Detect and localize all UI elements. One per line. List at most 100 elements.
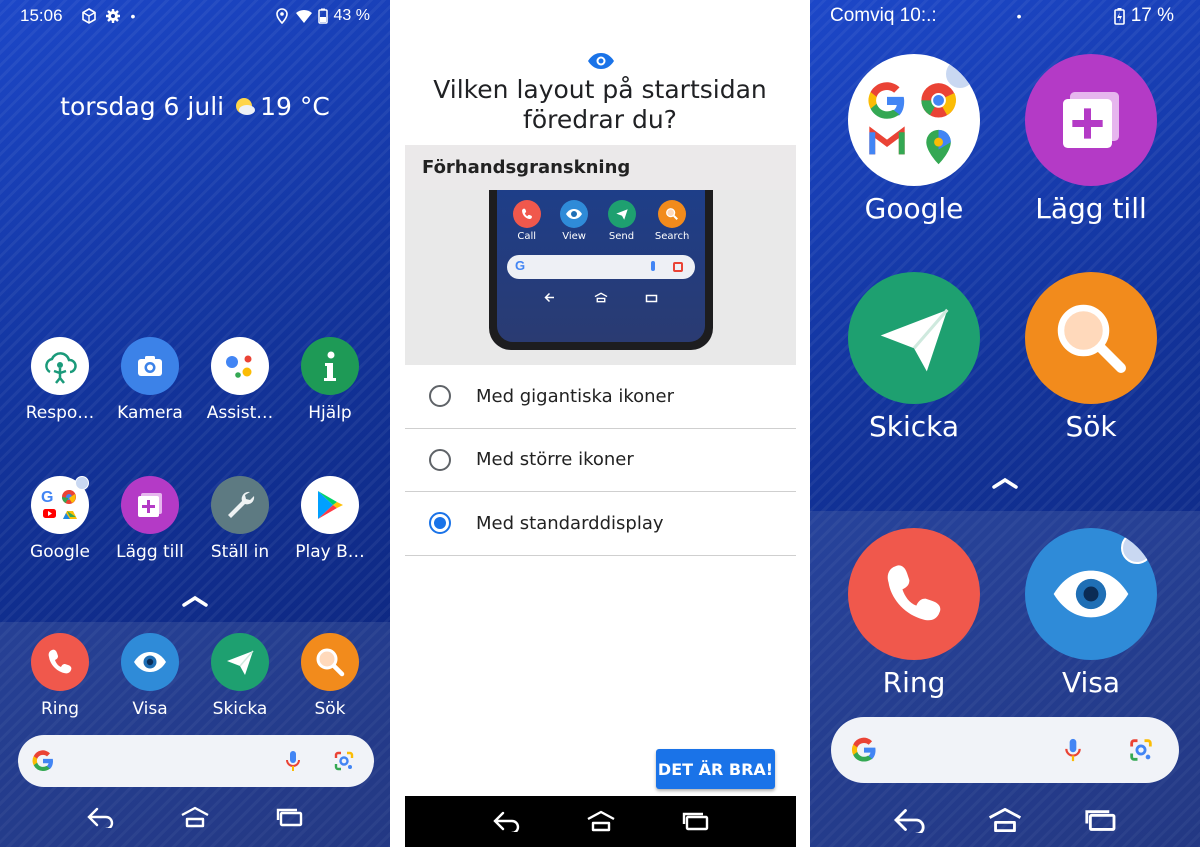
preview-app-call: Call xyxy=(512,200,541,242)
app-add[interactable]: Lägg till xyxy=(105,476,195,562)
preview-image: Call View Send Search G xyxy=(405,190,796,365)
big-app-row-1: Google Lägg till xyxy=(848,54,1168,225)
home-icon[interactable] xyxy=(180,806,210,828)
mini-phone-icon xyxy=(512,200,541,228)
app-respond[interactable]: Respo… xyxy=(15,337,105,423)
page-title: Vilken layout på startsidan föredrar du? xyxy=(433,75,767,134)
location-icon xyxy=(274,8,290,24)
option-standard-display[interactable]: Med standarddisplay xyxy=(405,492,796,556)
confirm-button[interactable]: DET ÄR BRA! xyxy=(656,749,775,789)
battery-charging-icon xyxy=(1113,7,1125,25)
back-icon[interactable] xyxy=(86,806,114,828)
status-carrier: Comviq 10:.: xyxy=(830,5,937,26)
layout-preview: Förhandsgranskning Call View Send Search… xyxy=(405,145,796,365)
option-larger-icons[interactable]: Med större ikoner xyxy=(405,429,796,492)
eye-icon xyxy=(588,53,614,69)
app-add[interactable]: Lägg till xyxy=(1025,54,1157,225)
microphone-icon[interactable] xyxy=(1063,736,1083,764)
home-screen-standard: 15:06 • 43 % torsdag 6 juli 19 °C Respo…… xyxy=(0,0,390,847)
navigation-bar xyxy=(405,796,796,847)
home-icon[interactable] xyxy=(986,807,1024,833)
send-icon xyxy=(211,633,269,691)
navigation-bar xyxy=(810,807,1200,833)
google-lens-icon[interactable] xyxy=(1127,736,1155,764)
radio-button[interactable] xyxy=(429,385,451,408)
play-store-icon xyxy=(301,476,359,534)
mini-search-icon xyxy=(658,200,687,228)
app-camera[interactable]: Kamera xyxy=(105,337,195,423)
recents-icon[interactable] xyxy=(276,806,304,828)
help-icon xyxy=(301,337,359,395)
google-lens-icon[interactable] xyxy=(332,749,356,773)
respond-icon xyxy=(31,337,89,395)
app-call[interactable]: Ring xyxy=(848,528,980,699)
app-grid-row-1: Respo… Kamera Assist… Hjälp xyxy=(15,337,375,423)
app-google-folder[interactable]: G Google xyxy=(15,476,105,562)
google-search-bar[interactable] xyxy=(18,735,374,787)
mini-lens-icon xyxy=(673,262,683,272)
google-folder-icon xyxy=(848,54,980,186)
preview-app-row: Call View Send Search xyxy=(503,200,699,242)
search-icon xyxy=(301,633,359,691)
search-icon xyxy=(1025,272,1157,404)
notification-dot-icon: • xyxy=(1016,8,1022,24)
notification-badge xyxy=(944,58,976,90)
radio-button-selected[interactable] xyxy=(429,512,451,535)
phone-icon xyxy=(31,633,89,691)
microphone-icon[interactable] xyxy=(284,749,302,773)
mini-back-icon xyxy=(544,292,554,303)
add-icon xyxy=(121,476,179,534)
app-drawer-chevron-up-icon[interactable] xyxy=(181,594,209,608)
app-search[interactable]: Sök xyxy=(1025,272,1157,443)
big-app-row-2: Skicka Sök xyxy=(848,272,1168,443)
preview-nav-bar xyxy=(497,292,705,303)
send-icon xyxy=(848,272,980,404)
app-view[interactable]: Visa xyxy=(1025,528,1157,699)
status-bar: Comviq 10:.: • 17 % xyxy=(810,0,1200,32)
app-help[interactable]: Hjälp xyxy=(285,337,375,423)
app-send[interactable]: Skicka xyxy=(848,272,980,443)
app-call[interactable]: Ring xyxy=(15,633,105,719)
camera-icon xyxy=(121,337,179,395)
preview-title: Förhandsgranskning xyxy=(405,145,796,190)
app-send[interactable]: Skicka xyxy=(195,633,285,719)
app-google-folder[interactable]: Google xyxy=(848,54,980,225)
radio-button[interactable] xyxy=(429,448,451,471)
back-icon[interactable] xyxy=(492,810,520,832)
wrench-icon xyxy=(211,476,269,534)
svg-text:G: G xyxy=(41,489,53,506)
app-assistant[interactable]: Assist… xyxy=(195,337,285,423)
option-giant-icons[interactable]: Med gigantiska ikoner xyxy=(405,365,796,429)
navigation-bar xyxy=(0,806,390,828)
status-time: 15:06 xyxy=(20,6,63,25)
home-screen-giant: Comviq 10:.: • 17 % Google Lägg till Ski… xyxy=(810,0,1200,847)
eye-icon xyxy=(121,633,179,691)
mini-eye-icon xyxy=(560,200,589,228)
status-bar: 15:06 • 43 % xyxy=(0,0,390,32)
recents-icon[interactable] xyxy=(682,810,710,832)
app-settings[interactable]: Ställ in xyxy=(195,476,285,562)
dock: Ring Visa Skicka Sök xyxy=(0,622,390,847)
google-g-icon xyxy=(851,737,876,762)
wifi-icon xyxy=(295,8,312,24)
settings-gear-icon xyxy=(105,8,121,24)
preview-app-view: View xyxy=(560,200,589,242)
dock-apps: Ring Visa Skicka Sök xyxy=(15,633,375,719)
recents-icon[interactable] xyxy=(1084,807,1118,833)
notification-badge xyxy=(1121,532,1153,564)
eye-icon xyxy=(1025,528,1157,660)
app-drawer-chevron-up-icon[interactable] xyxy=(991,476,1019,490)
mini-google-g-icon: G xyxy=(515,258,526,273)
home-icon[interactable] xyxy=(586,810,616,832)
google-search-bar[interactable] xyxy=(831,717,1179,783)
mini-home-icon xyxy=(594,292,608,303)
google-g-icon xyxy=(32,750,53,772)
partly-sunny-icon xyxy=(234,94,256,116)
back-icon[interactable] xyxy=(892,807,926,833)
battery-percent: 43 % xyxy=(333,7,370,24)
big-dock-apps: Ring Visa xyxy=(848,528,1168,699)
app-view[interactable]: Visa xyxy=(105,633,195,719)
date-weather-widget[interactable]: torsdag 6 juli 19 °C xyxy=(0,92,390,121)
app-play-store[interactable]: Play B… xyxy=(285,476,375,562)
app-search[interactable]: Sök xyxy=(285,633,375,719)
